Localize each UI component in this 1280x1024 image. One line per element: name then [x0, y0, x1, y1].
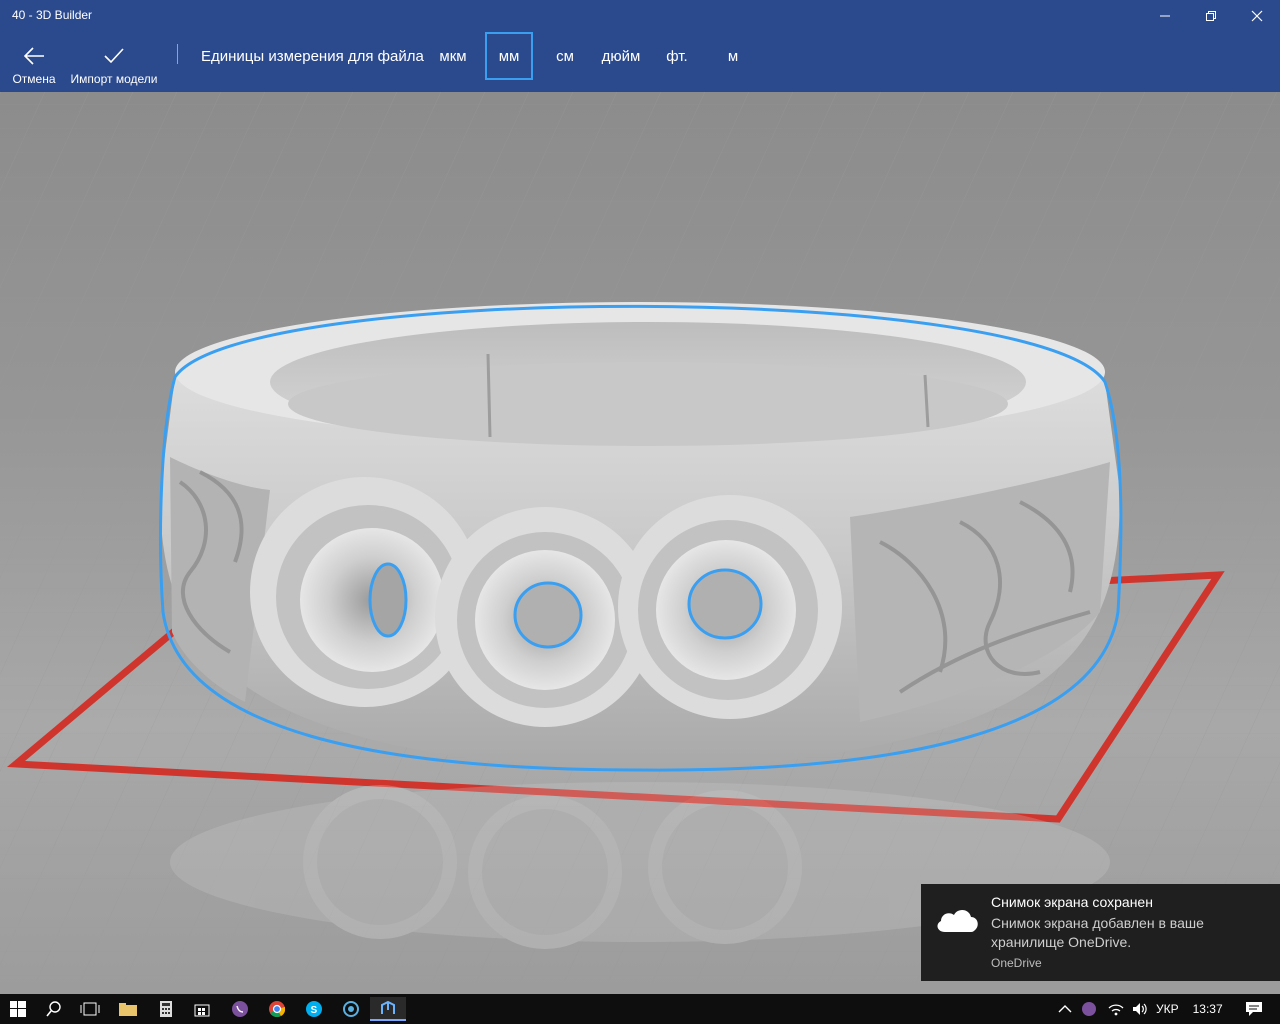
- taskbar-viber[interactable]: [222, 997, 258, 1021]
- windows-logo-icon: [10, 1001, 26, 1017]
- app-circle-icon: [343, 1001, 359, 1017]
- minimize-button[interactable]: [1142, 0, 1188, 32]
- toast-body: Снимок экрана добавлен в ваше хранилище …: [991, 915, 1204, 950]
- taskbar: S УКР 13:37: [0, 994, 1280, 1024]
- unit-option-inch[interactable]: дюйм: [596, 32, 646, 80]
- start-button[interactable]: [0, 997, 36, 1021]
- calculator-icon: [160, 1001, 172, 1017]
- store-bag-icon: [194, 1004, 210, 1017]
- toast-title: Снимок экрана сохранен: [991, 894, 1153, 910]
- medallion-right: [618, 495, 842, 719]
- units-label: Единицы измерения для файла: [201, 48, 424, 65]
- back-arrow-icon: [23, 47, 44, 65]
- chevron-up-icon[interactable]: [1058, 1004, 1072, 1014]
- taskbar-file-explorer[interactable]: [110, 997, 146, 1021]
- search-button[interactable]: [36, 997, 72, 1021]
- taskbar-skype[interactable]: S: [296, 997, 332, 1021]
- clock[interactable]: 13:37: [1193, 1002, 1223, 1016]
- import-toolbar: Отмена Импорт модели Единицы измерения д…: [0, 32, 1280, 92]
- action-center-icon[interactable]: [1245, 1001, 1263, 1017]
- unit-option-ft[interactable]: фт.: [660, 32, 694, 80]
- volume-icon[interactable]: [1132, 1002, 1148, 1016]
- taskbar-3d-builder[interactable]: [370, 997, 406, 1021]
- unit-option-mm[interactable]: мм: [485, 32, 533, 80]
- system-tray: УКР 13:37: [1058, 994, 1263, 1024]
- minimize-icon: [1160, 15, 1170, 17]
- taskbar-store[interactable]: [184, 997, 220, 1021]
- title-bar: 40 - 3D Builder: [0, 0, 1280, 32]
- checkmark-icon: [104, 48, 124, 64]
- import-model-label: Импорт модели: [70, 72, 158, 86]
- skype-icon: S: [306, 1001, 322, 1017]
- import-model-button[interactable]: Импорт модели: [66, 32, 162, 92]
- unit-option-um[interactable]: мкм: [432, 32, 474, 80]
- notification-toast[interactable]: Снимок экрана сохранен Снимок экрана доб…: [921, 884, 1280, 981]
- viber-icon: [232, 1001, 248, 1017]
- window-title: 40 - 3D Builder: [12, 8, 93, 22]
- chrome-icon: [269, 1001, 285, 1017]
- taskbar-chrome[interactable]: [259, 997, 295, 1021]
- taskbar-app-circle[interactable]: [333, 997, 369, 1021]
- 3d-viewport[interactable]: [0, 92, 1280, 995]
- restore-icon: [1206, 11, 1216, 21]
- task-view-button[interactable]: [72, 997, 108, 1021]
- wifi-icon[interactable]: [1108, 1002, 1124, 1016]
- toast-source: OneDrive: [991, 956, 1042, 970]
- close-icon: [1251, 10, 1263, 22]
- onedrive-cloud-icon: [937, 909, 978, 932]
- viber-tray-icon[interactable]: [1082, 1002, 1096, 1016]
- folder-icon: [119, 1003, 137, 1016]
- language-indicator[interactable]: УКР: [1156, 1002, 1179, 1016]
- search-icon: [46, 1001, 61, 1017]
- cancel-button[interactable]: Отмена: [8, 32, 60, 92]
- task-view-icon: [80, 1002, 100, 1016]
- cancel-label: Отмена: [12, 72, 56, 86]
- 3d-builder-icon: [381, 1000, 395, 1014]
- unit-option-m[interactable]: м: [720, 32, 746, 80]
- ring-model: [159, 302, 1123, 772]
- taskbar-calculator[interactable]: [148, 997, 184, 1021]
- restore-button[interactable]: [1188, 0, 1234, 32]
- toolbar-divider: [177, 44, 178, 64]
- scene-canvas: [0, 92, 1280, 983]
- svg-text:S: S: [311, 1005, 318, 1016]
- close-button[interactable]: [1234, 0, 1280, 32]
- unit-option-cm[interactable]: см: [546, 32, 584, 80]
